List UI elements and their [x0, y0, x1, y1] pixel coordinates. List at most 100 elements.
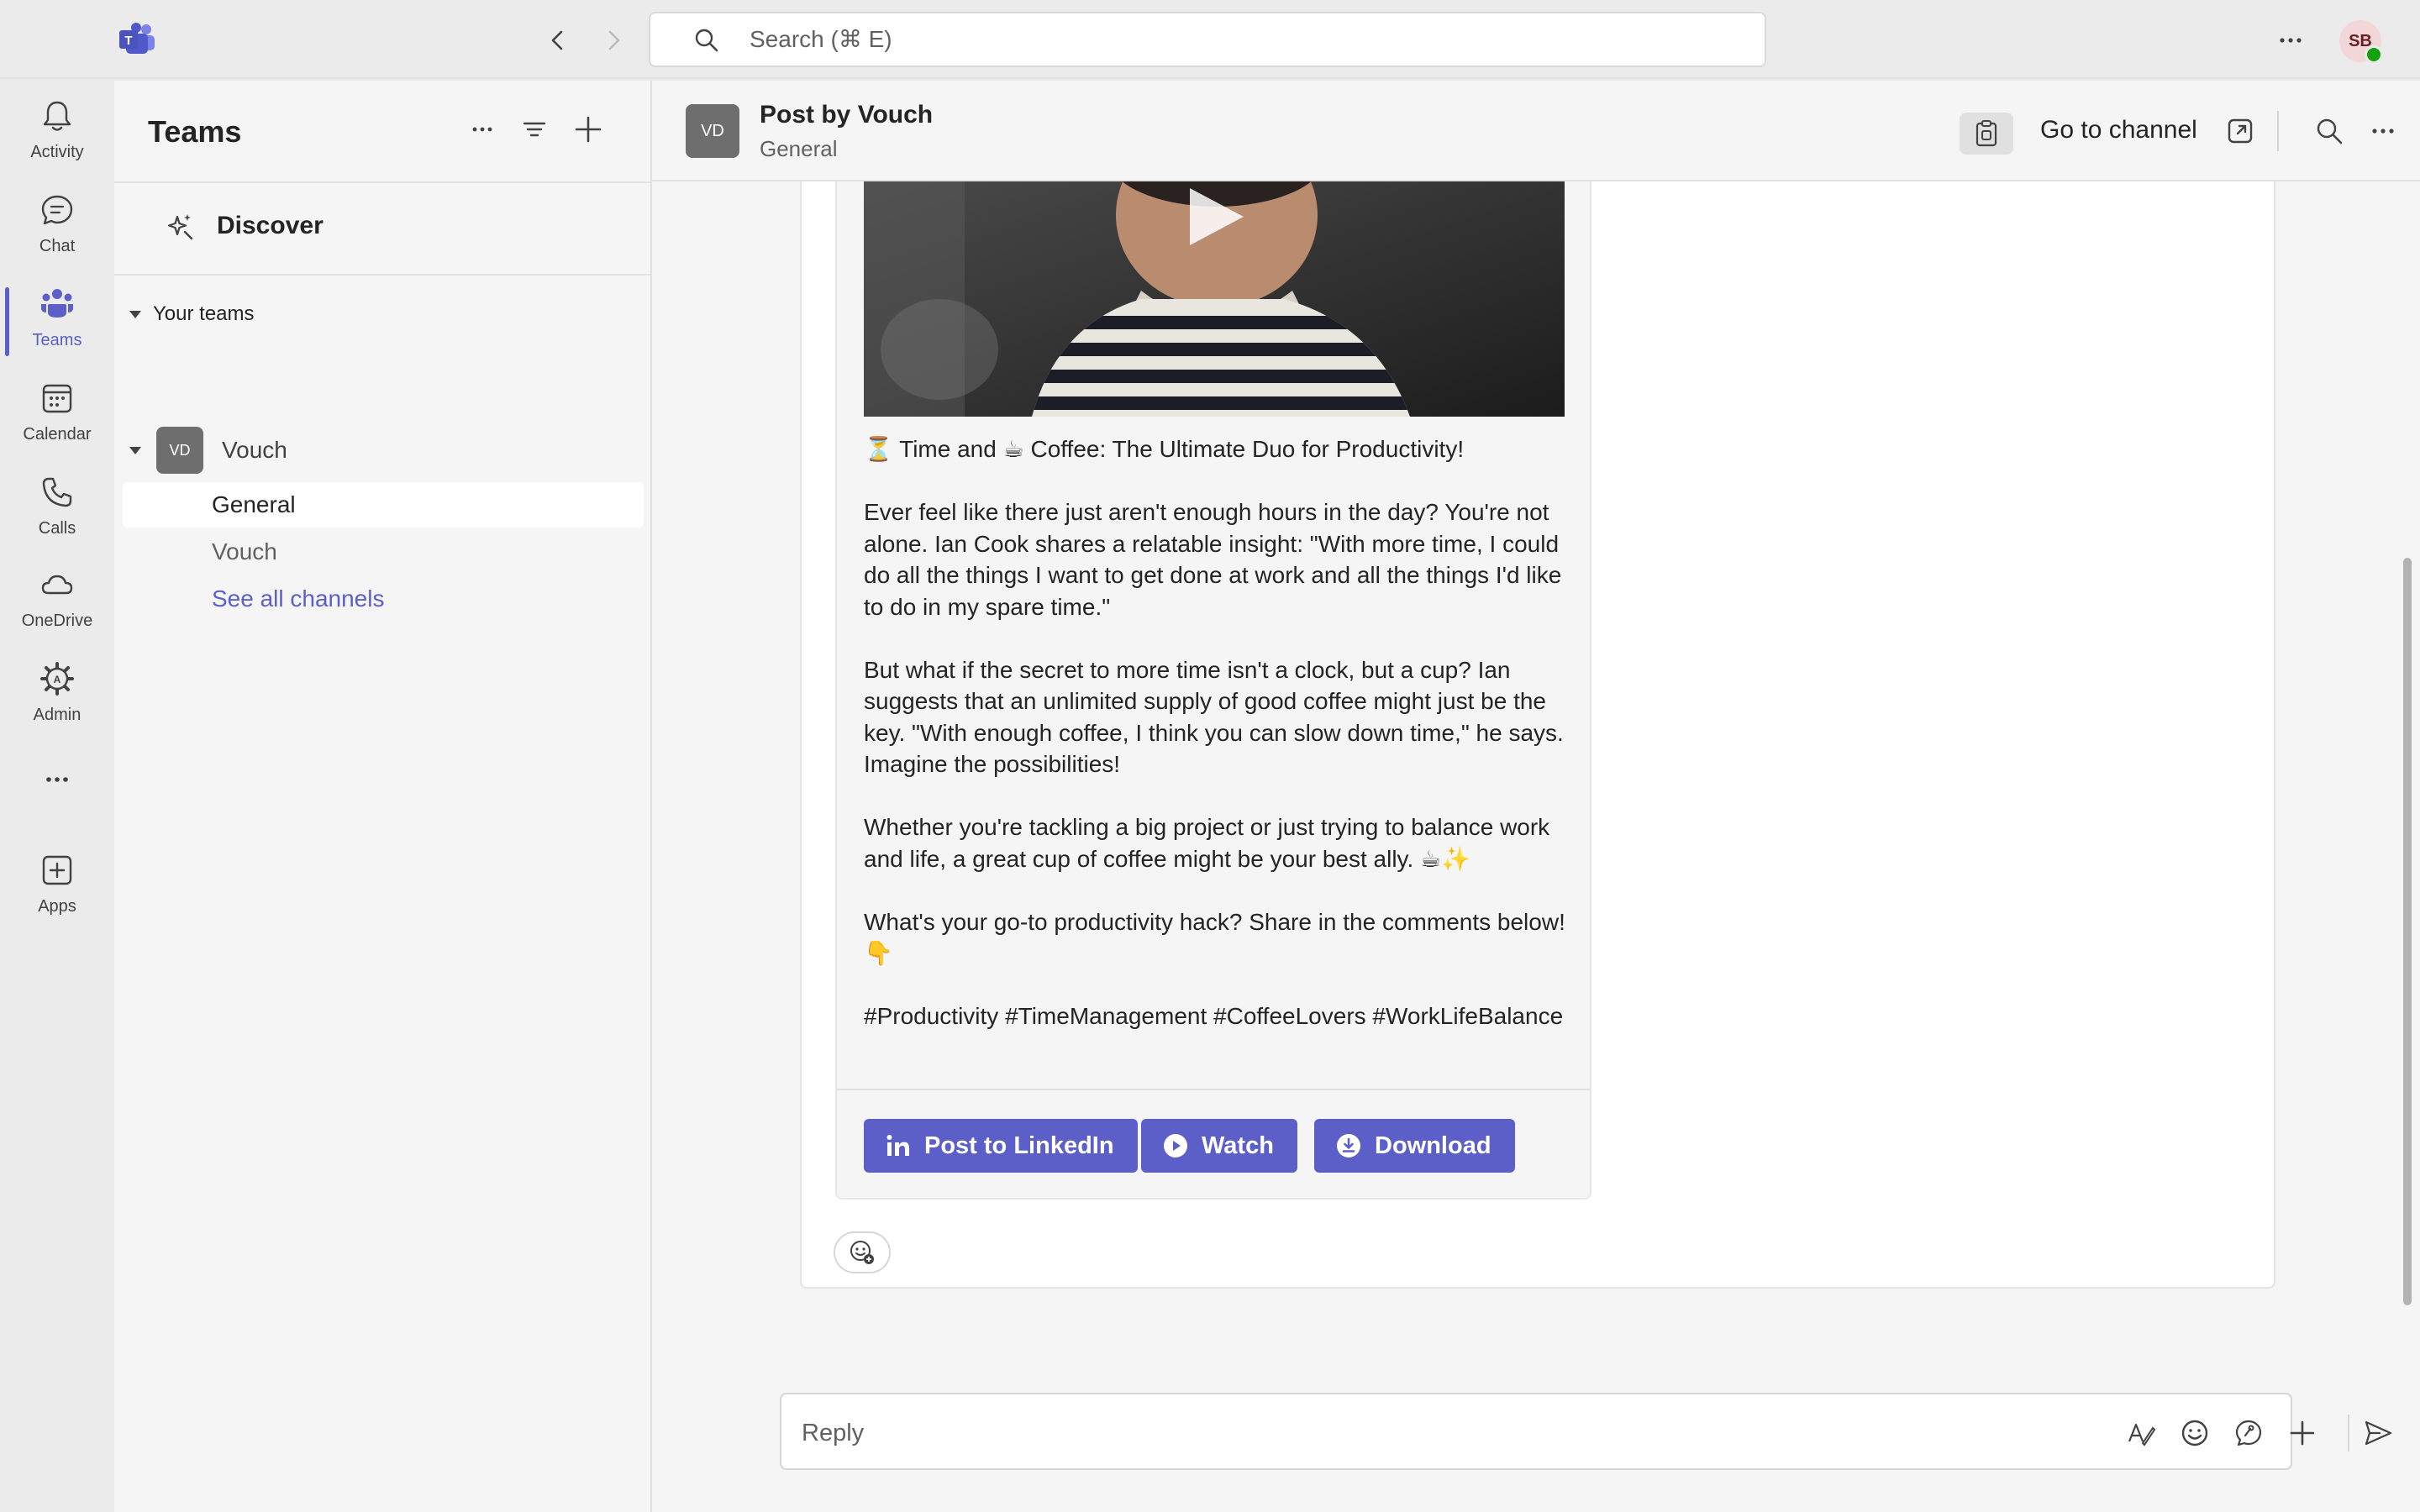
search-icon[interactable] — [2314, 116, 2344, 146]
post-avatar: VD — [686, 104, 739, 158]
button-label: Post to LinkedIn — [924, 1131, 1114, 1159]
teams-logo-icon[interactable]: T — [118, 22, 156, 55]
your-teams-label: Your teams — [153, 302, 255, 325]
sparkle-icon — [166, 212, 195, 240]
clipboard-icon — [1975, 120, 1997, 147]
admin-gear-icon: A — [39, 660, 76, 697]
filter-icon[interactable] — [519, 114, 550, 144]
divider — [114, 181, 652, 183]
forward-arrow-icon[interactable] — [598, 25, 629, 55]
post-channel-name[interactable]: General — [760, 136, 838, 162]
linkedin-icon — [886, 1133, 911, 1158]
channel-vouch[interactable]: Vouch — [123, 529, 644, 575]
rail-more-apps[interactable] — [0, 756, 114, 806]
your-teams-header[interactable]: Your teams — [129, 302, 255, 326]
chat-icon — [39, 192, 76, 228]
more-icon — [39, 768, 76, 805]
rail-label: Chat — [39, 237, 76, 255]
more-options-icon[interactable] — [2274, 24, 2307, 57]
more-options-icon[interactable] — [2366, 116, 2400, 146]
search-icon — [694, 28, 719, 53]
svg-text:T: T — [124, 34, 132, 48]
discover-button[interactable]: Discover — [155, 205, 625, 247]
team-item-vouch[interactable]: VD Vouch — [129, 427, 287, 474]
rail-activity[interactable]: Activity — [0, 86, 114, 170]
download-button[interactable]: Download — [1314, 1119, 1515, 1173]
back-arrow-icon[interactable] — [543, 25, 573, 55]
team-avatar: VD — [156, 427, 203, 474]
bell-icon — [39, 97, 76, 134]
send-icon[interactable] — [2363, 1418, 2393, 1448]
rail-label: OneDrive — [21, 612, 93, 630]
main-content: VD Post by Vouch General Go to channel ⏳… — [652, 81, 2420, 1512]
post-paragraph: But what if the secret to more time isn'… — [864, 656, 1564, 778]
emoji-icon[interactable] — [2180, 1418, 2210, 1448]
loop-component-icon[interactable] — [2233, 1418, 2264, 1448]
post-paragraph: What's your go-to productivity hack? Sha… — [864, 908, 1565, 967]
rail-chat[interactable]: Chat — [0, 180, 114, 264]
post-header: VD Post by Vouch General Go to channel — [652, 81, 2420, 181]
adaptive-card: ⏳ Time and ☕ Coffee: The Ultimate Duo fo… — [835, 181, 1591, 1200]
rail-calls[interactable]: Calls — [0, 462, 114, 546]
rail-label: Calls — [38, 519, 76, 538]
button-label: Watch — [1202, 1131, 1274, 1159]
rail-label: Activity — [30, 143, 84, 161]
post-hashtags: #Productivity #TimeManagement #CoffeeLov… — [864, 1003, 1564, 1029]
rail-teams[interactable]: Teams — [0, 274, 114, 358]
divider — [2348, 1415, 2349, 1452]
divider — [114, 274, 652, 276]
post-paragraph: ⏳ Time and ☕ Coffee: The Ultimate Duo fo… — [864, 436, 1465, 462]
team-name: Vouch — [222, 437, 287, 463]
post-to-linkedin-button[interactable]: Post to LinkedIn — [864, 1119, 1138, 1173]
emoji-add-icon — [850, 1241, 874, 1264]
format-text-icon[interactable] — [2126, 1418, 2156, 1448]
pop-out-icon[interactable] — [2225, 116, 2255, 146]
play-circle-icon — [1163, 1133, 1188, 1158]
video-thumbnail[interactable] — [864, 181, 1565, 417]
reply-input[interactable] — [802, 1415, 1894, 1452]
chevron-down-icon — [129, 446, 141, 454]
add-reaction-button[interactable] — [834, 1231, 891, 1273]
rail-label: Apps — [38, 897, 76, 916]
add-icon[interactable] — [573, 114, 603, 144]
channel-general[interactable]: General — [123, 482, 644, 528]
see-all-channels-link[interactable]: See all channels — [123, 576, 644, 622]
post-thread: ⏳ Time and ☕ Coffee: The Ultimate Duo fo… — [800, 181, 2275, 1289]
phone-icon — [39, 474, 76, 511]
calendar-icon — [39, 380, 76, 417]
rail-admin[interactable]: A Admin — [0, 648, 114, 732]
divider — [837, 1089, 1590, 1090]
teams-icon — [39, 286, 76, 323]
button-label: Download — [1375, 1131, 1491, 1159]
discover-label: Discover — [217, 212, 324, 239]
post-body: ⏳ Time and ☕ Coffee: The Ultimate Duo fo… — [864, 433, 1570, 1032]
rail-onedrive[interactable]: OneDrive — [0, 554, 114, 638]
post-paragraph: Whether you're tackling a big project or… — [864, 814, 1550, 872]
rail-label: Teams — [32, 331, 82, 349]
reply-box — [780, 1393, 2392, 1470]
search-box[interactable] — [649, 12, 1766, 67]
rail-label: Calendar — [23, 425, 92, 444]
divider — [2277, 111, 2279, 151]
cloud-icon — [39, 566, 76, 603]
go-to-channel-button[interactable]: Go to channel — [2040, 116, 2197, 144]
top-bar: T SB — [0, 0, 2420, 79]
more-options-icon[interactable] — [467, 114, 497, 144]
clipboard-button[interactable] — [1960, 113, 2013, 155]
download-icon — [1336, 1133, 1361, 1158]
scrollbar-thumb[interactable] — [2403, 558, 2412, 1305]
panel-title: Teams — [148, 114, 242, 149]
post-paragraph: Ever feel like there just aren't enough … — [864, 499, 1562, 620]
rail-apps[interactable]: Apps — [0, 840, 114, 924]
app-rail: Activity Chat Teams Calendar Calls OneDr… — [0, 81, 114, 1512]
teams-panel: Teams Discover Your teams VD Vouch Gener… — [114, 81, 652, 1512]
post-title: Post by Vouch — [760, 101, 934, 129]
rail-label: Admin — [33, 706, 82, 724]
add-icon[interactable] — [2287, 1418, 2317, 1448]
search-input[interactable] — [750, 22, 1716, 57]
watch-button[interactable]: Watch — [1141, 1119, 1297, 1173]
add-app-icon — [39, 852, 76, 889]
svg-text:A: A — [54, 674, 61, 685]
rail-calendar[interactable]: Calendar — [0, 368, 114, 452]
chevron-down-icon — [129, 310, 141, 318]
